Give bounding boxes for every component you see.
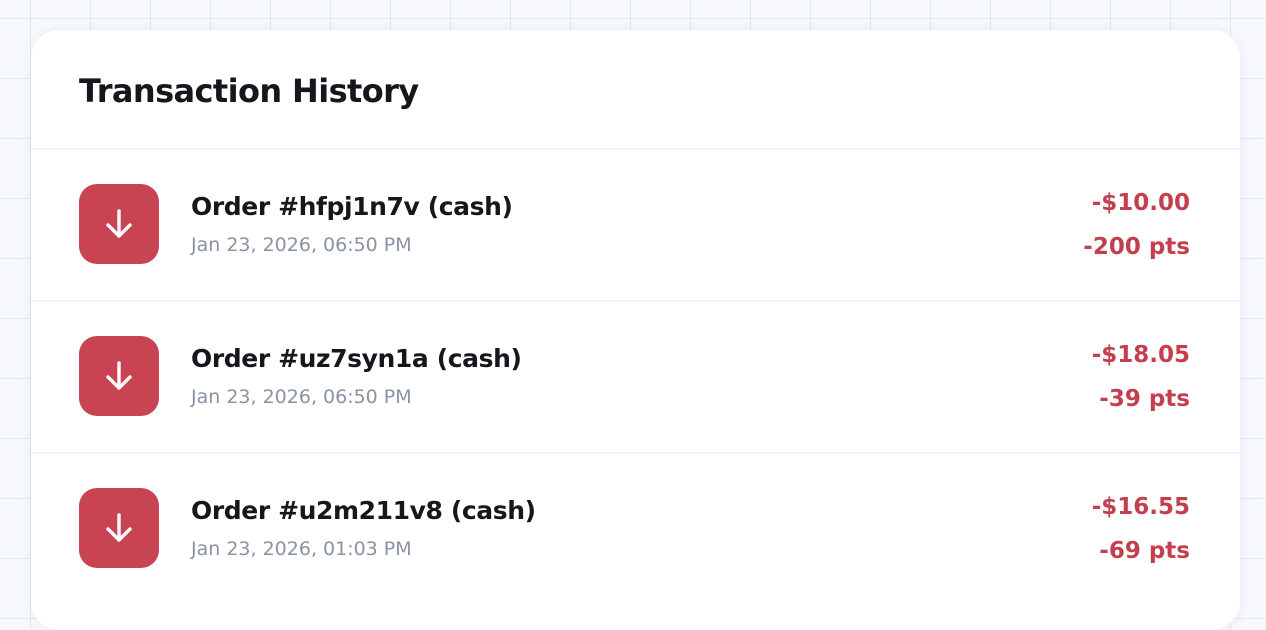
transaction-points: -69 pts bbox=[1099, 538, 1190, 564]
transaction-row[interactable]: Order #hfpj1n7v (cash) Jan 23, 2026, 06:… bbox=[31, 150, 1240, 302]
card-title: Transaction History bbox=[79, 72, 419, 110]
transaction-points: -39 pts bbox=[1099, 386, 1190, 412]
arrow-down-icon bbox=[79, 488, 159, 568]
arrow-down-icon bbox=[79, 184, 159, 264]
transaction-points: -200 pts bbox=[1083, 234, 1190, 260]
transaction-date: Jan 23, 2026, 06:50 PM bbox=[191, 386, 412, 408]
transaction-list: Order #hfpj1n7v (cash) Jan 23, 2026, 06:… bbox=[31, 150, 1240, 606]
card-header: Transaction History bbox=[31, 30, 1240, 150]
transaction-title: Order #hfpj1n7v (cash) bbox=[191, 192, 513, 221]
transaction-amount: -$16.55 bbox=[1091, 494, 1190, 520]
transaction-title: Order #u2m211v8 (cash) bbox=[191, 496, 536, 525]
transaction-amount: -$18.05 bbox=[1091, 342, 1190, 368]
transaction-date: Jan 23, 2026, 06:50 PM bbox=[191, 234, 412, 256]
transaction-row[interactable]: Order #u2m211v8 (cash) Jan 23, 2026, 01:… bbox=[31, 454, 1240, 606]
transaction-amount: -$10.00 bbox=[1091, 190, 1190, 216]
arrow-down-icon bbox=[79, 336, 159, 416]
transaction-history-card: Transaction History Order #hfpj1n7v (cas… bbox=[31, 30, 1240, 630]
transaction-row[interactable]: Order #uz7syn1a (cash) Jan 23, 2026, 06:… bbox=[31, 302, 1240, 454]
transaction-title: Order #uz7syn1a (cash) bbox=[191, 344, 522, 373]
transaction-date: Jan 23, 2026, 01:03 PM bbox=[191, 538, 412, 560]
